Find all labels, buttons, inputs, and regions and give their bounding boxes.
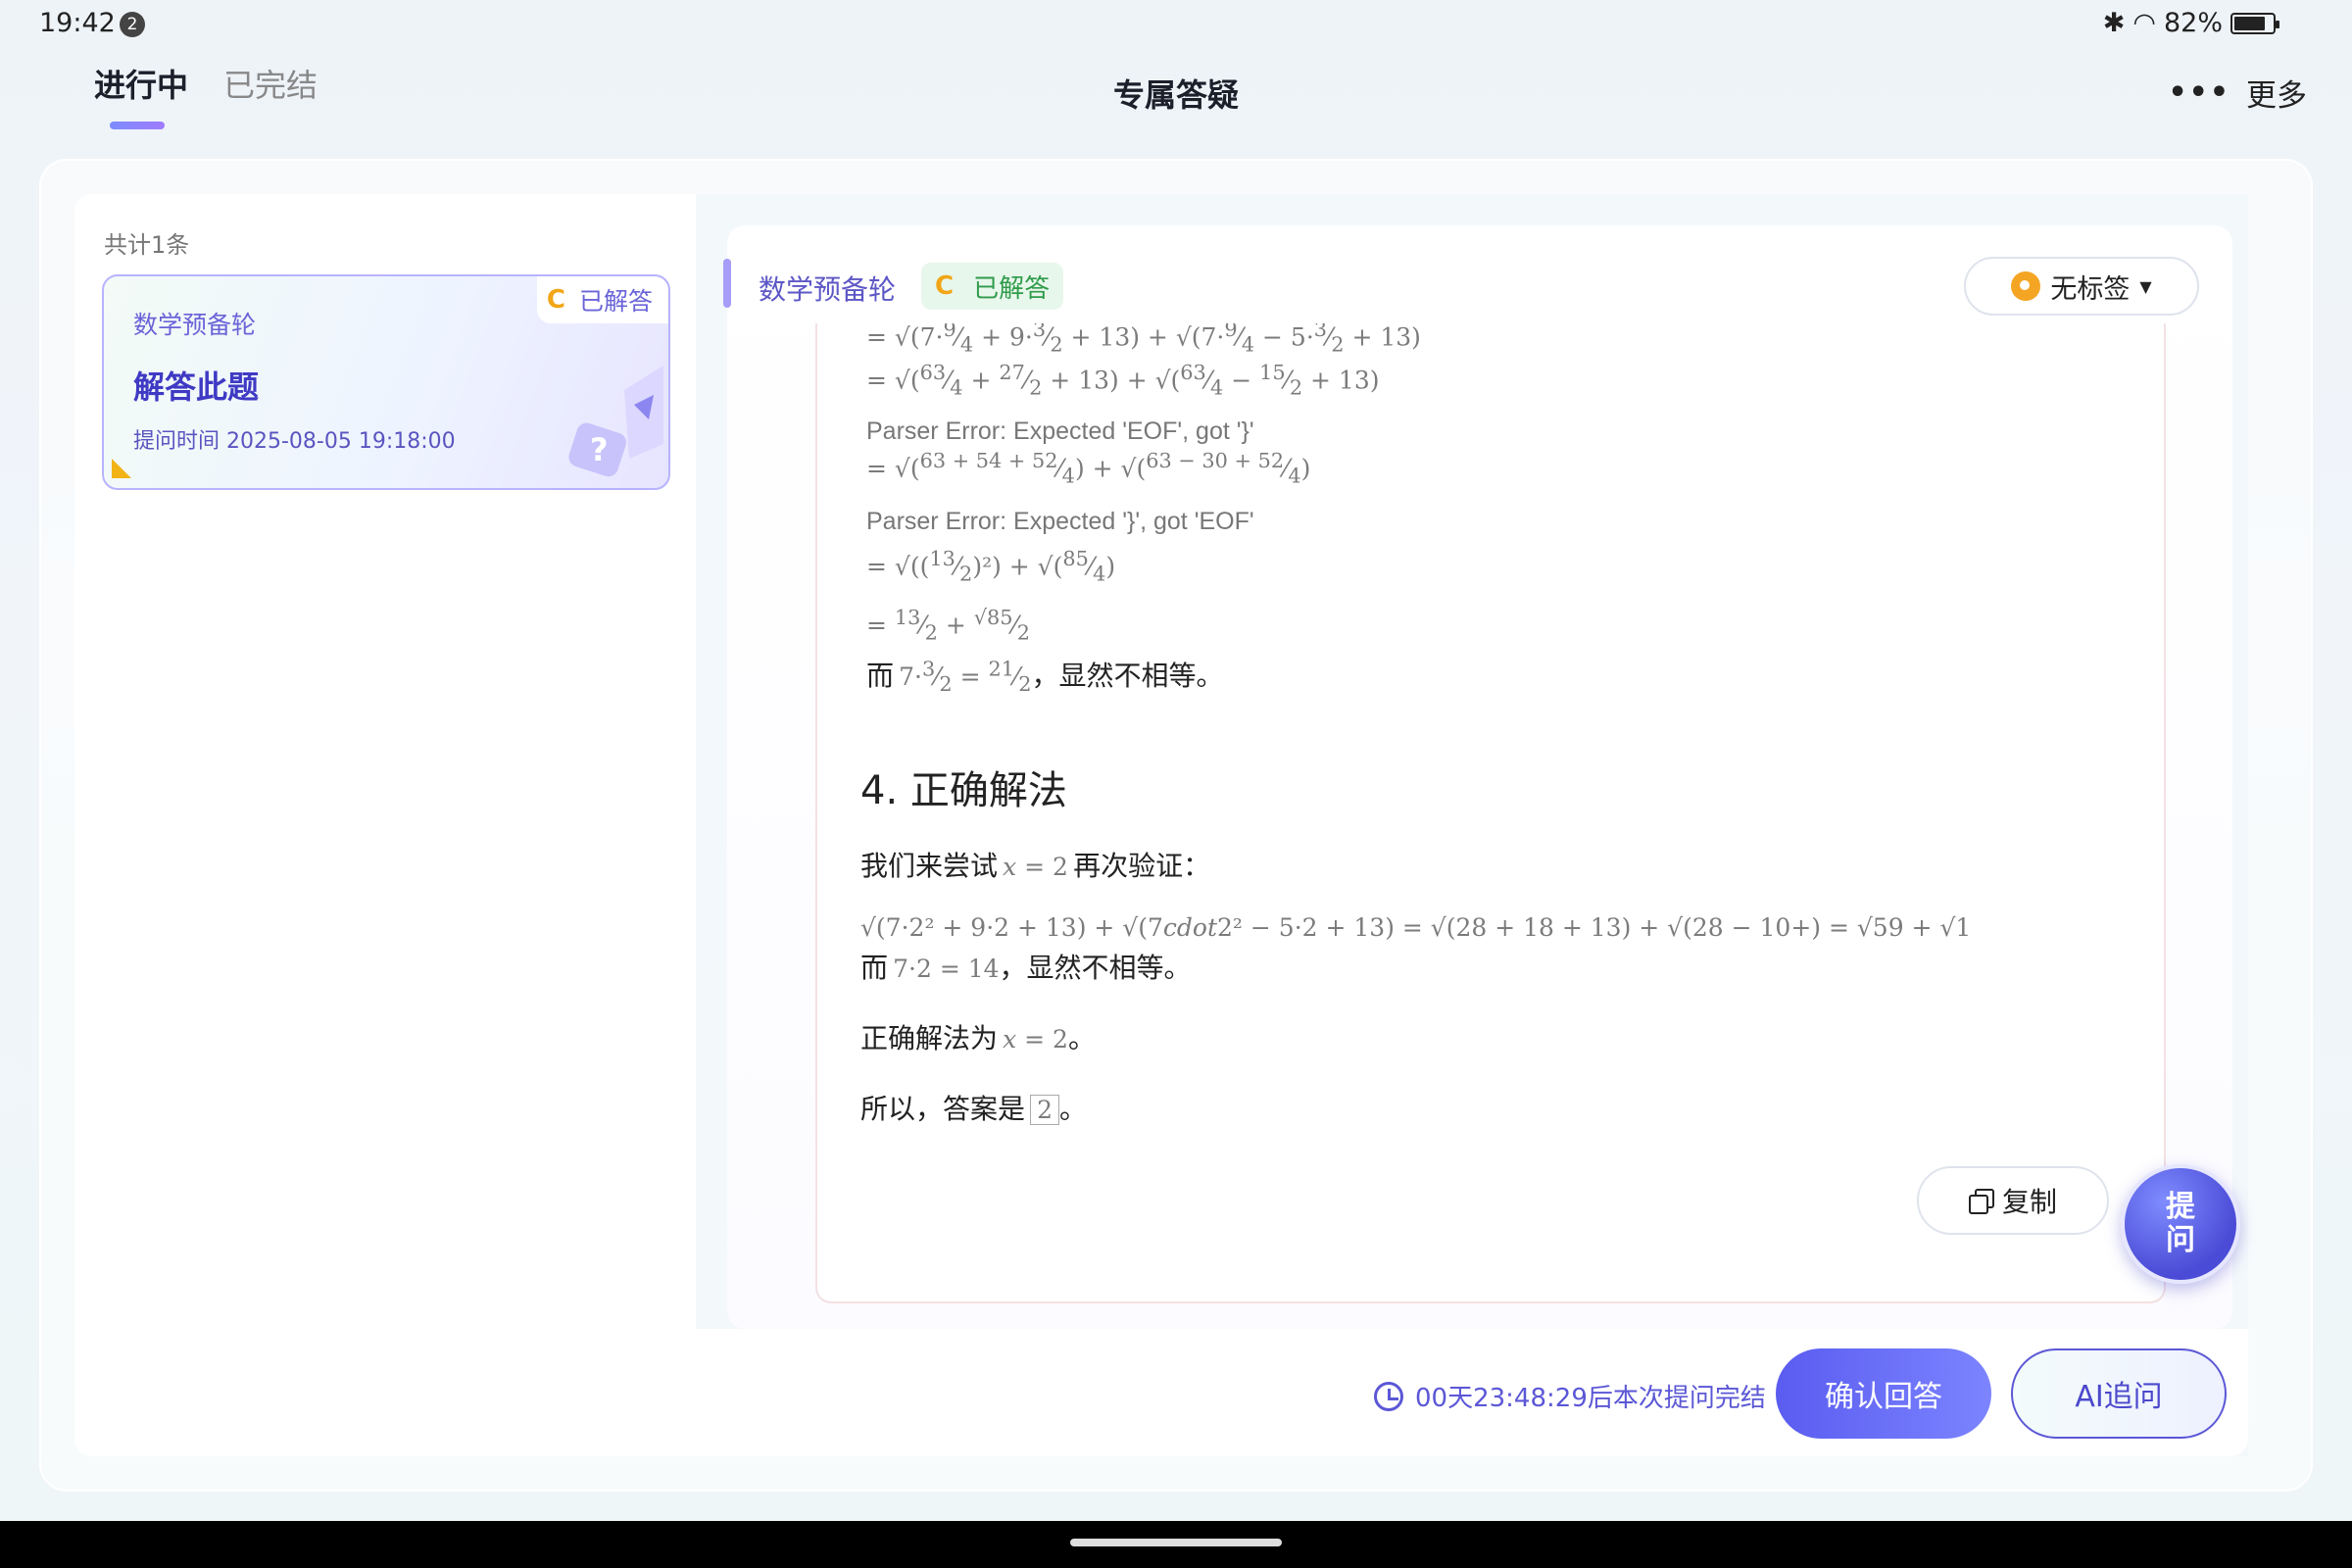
question-list-panel: 共计1条 数学预备轮 解答此题 提问时间 2025-08-05 19:18:00…: [74, 194, 696, 1456]
and-prefix: 而: [866, 660, 895, 692]
subject-accent-bar: [723, 259, 731, 308]
conclusion-period: 。: [1067, 1022, 1096, 1054]
ai-followup-button[interactable]: AI追问: [2011, 1348, 2227, 1439]
status-badge: C 已解答: [536, 276, 668, 323]
and-prefix-2: 而: [860, 952, 889, 984]
detail-status-text: 已解答: [973, 273, 1051, 304]
confirm-answer-button[interactable]: 确认回答: [1776, 1348, 1991, 1439]
grade-letter: C: [546, 285, 565, 315]
math-line-5: = 13⁄2 + √85⁄2: [866, 606, 1030, 645]
answer-card: 数学预备轮 C 已解答 无标签 ▼ = √(7·9⁄4 + 9·3⁄2 + 13…: [723, 225, 2232, 1329]
more-dots-icon: •••: [2168, 75, 2230, 110]
math-line-2: = √(63⁄4 + 27⁄2 + 13) + √(63⁄4 − 15⁄2 + …: [866, 361, 1380, 400]
math-inline-4: x = 2: [1003, 1025, 1068, 1054]
copy-label: 复制: [2001, 1186, 2057, 1218]
parser-error-1: Parser Error: Expected 'EOF', got '}': [866, 417, 1254, 445]
question-time: 提问时间 2025-08-05 19:18:00: [133, 429, 456, 454]
math-inline-2: x = 2: [1003, 853, 1068, 881]
corner-marker-icon: [112, 459, 131, 478]
math-line-4: = √((13⁄2)²) + √(85⁄4): [866, 547, 1116, 586]
question-title: 解答此题: [133, 368, 260, 406]
not-equal-text: ，显然不相等。: [1031, 660, 1224, 692]
home-handle[interactable]: [1070, 1539, 1282, 1546]
math-inline-3: 7·2 = 14: [893, 955, 1000, 983]
conclusion-line: 正确解法为 x = 2。: [860, 1017, 1096, 1056]
countdown: 00天23:48:29后本次提问完结: [1374, 1378, 1766, 1414]
wifi-icon: ◠: [2132, 8, 2156, 38]
status-text: 已解答: [578, 287, 653, 316]
status-right: ✱ ◠ 82%: [2102, 8, 2279, 38]
math-inline-1: 7·3⁄2 = 21⁄2: [899, 657, 1032, 696]
not-equal-line-1: 而 7·3⁄2 = 21⁄2，显然不相等。: [866, 655, 1224, 696]
notification-badge: 2: [120, 12, 145, 37]
ask-question-fab[interactable]: 提 问: [2121, 1164, 2240, 1284]
status-bar: 19:42 2 ✱ ◠ 82%: [0, 0, 2352, 49]
parser-error-2: Parser Error: Expected '}', got 'EOF': [866, 508, 1254, 535]
battery-icon: [2230, 12, 2279, 34]
ask-fab-char-2: 问: [2166, 1223, 2195, 1257]
copy-icon: [1968, 1189, 1994, 1214]
system-nav-bar: [0, 1521, 2352, 1568]
not-equal-text-2: ，显然不相等。: [999, 952, 1192, 984]
not-equal-line-2: 而 7·2 = 14，显然不相等。: [860, 947, 1192, 986]
status-time: 19:42: [39, 8, 116, 38]
math-line-3: = √(63 + 54 + 52⁄4) + √(63 − 30 + 52⁄4): [866, 449, 1311, 488]
conclusion-prefix: 正确解法为: [860, 1022, 999, 1054]
math-line-1: = √(7·9⁄4 + 9·3⁄2 + 13) + √(7·9⁄4 − 5·3⁄…: [866, 323, 1421, 357]
tag-label: 无标签: [2050, 273, 2131, 305]
tab-active-indicator: [110, 122, 165, 129]
math-line-6: √(7·2² + 9·2 + 13) + √(7cdot2² − 5·2 + 1…: [860, 913, 1972, 942]
question-subject: 数学预备轮: [133, 311, 257, 339]
countdown-text: 00天23:48:29后本次提问完结: [1415, 1384, 1766, 1413]
battery-percent: 82%: [2163, 8, 2223, 38]
svg-text:?: ?: [590, 431, 609, 468]
try-suffix: 再次验证：: [1073, 850, 1211, 882]
question-mark-illustration-icon: ?: [568, 366, 663, 477]
final-answer-line: 所以，答案是 2。: [860, 1088, 1087, 1127]
detail-grade-letter: C: [935, 271, 955, 301]
count-label: 共计1条: [104, 231, 190, 259]
try-prefix: 我们来尝试: [860, 850, 999, 882]
ask-fab-char-1: 提: [2166, 1190, 2195, 1224]
answer-prefix: 所以，答案是: [860, 1093, 1026, 1125]
section-heading: 4. 正确解法: [860, 768, 1067, 813]
battery-level: [2234, 16, 2266, 30]
tag-icon: [2011, 271, 2041, 301]
clock-icon: [1374, 1381, 1403, 1411]
question-card[interactable]: 数学预备轮 解答此题 提问时间 2025-08-05 19:18:00 C 已解…: [102, 274, 670, 490]
bluetooth-icon: ✱: [2102, 8, 2126, 38]
detail-status-badge: C 已解答: [921, 263, 1064, 310]
caret-down-icon: ▼: [2139, 276, 2152, 296]
answer-period: 。: [1059, 1093, 1088, 1125]
try-line: 我们来尝试 x = 2 再次验证：: [860, 845, 1210, 884]
answer-content: = √(7·9⁄4 + 9·3⁄2 + 13) + √(7·9⁄4 − 5·3⁄…: [815, 323, 2166, 1303]
detail-subject: 数学预备轮: [759, 273, 897, 306]
more-label: 更多: [2246, 78, 2307, 114]
boxed-answer: 2: [1030, 1095, 1060, 1125]
page-title: 专属答疑: [1112, 76, 1239, 114]
copy-button[interactable]: 复制: [1917, 1166, 2109, 1235]
tag-dropdown[interactable]: 无标签 ▼: [1964, 257, 2199, 316]
more-button[interactable]: ••• 更多: [2168, 71, 2307, 115]
